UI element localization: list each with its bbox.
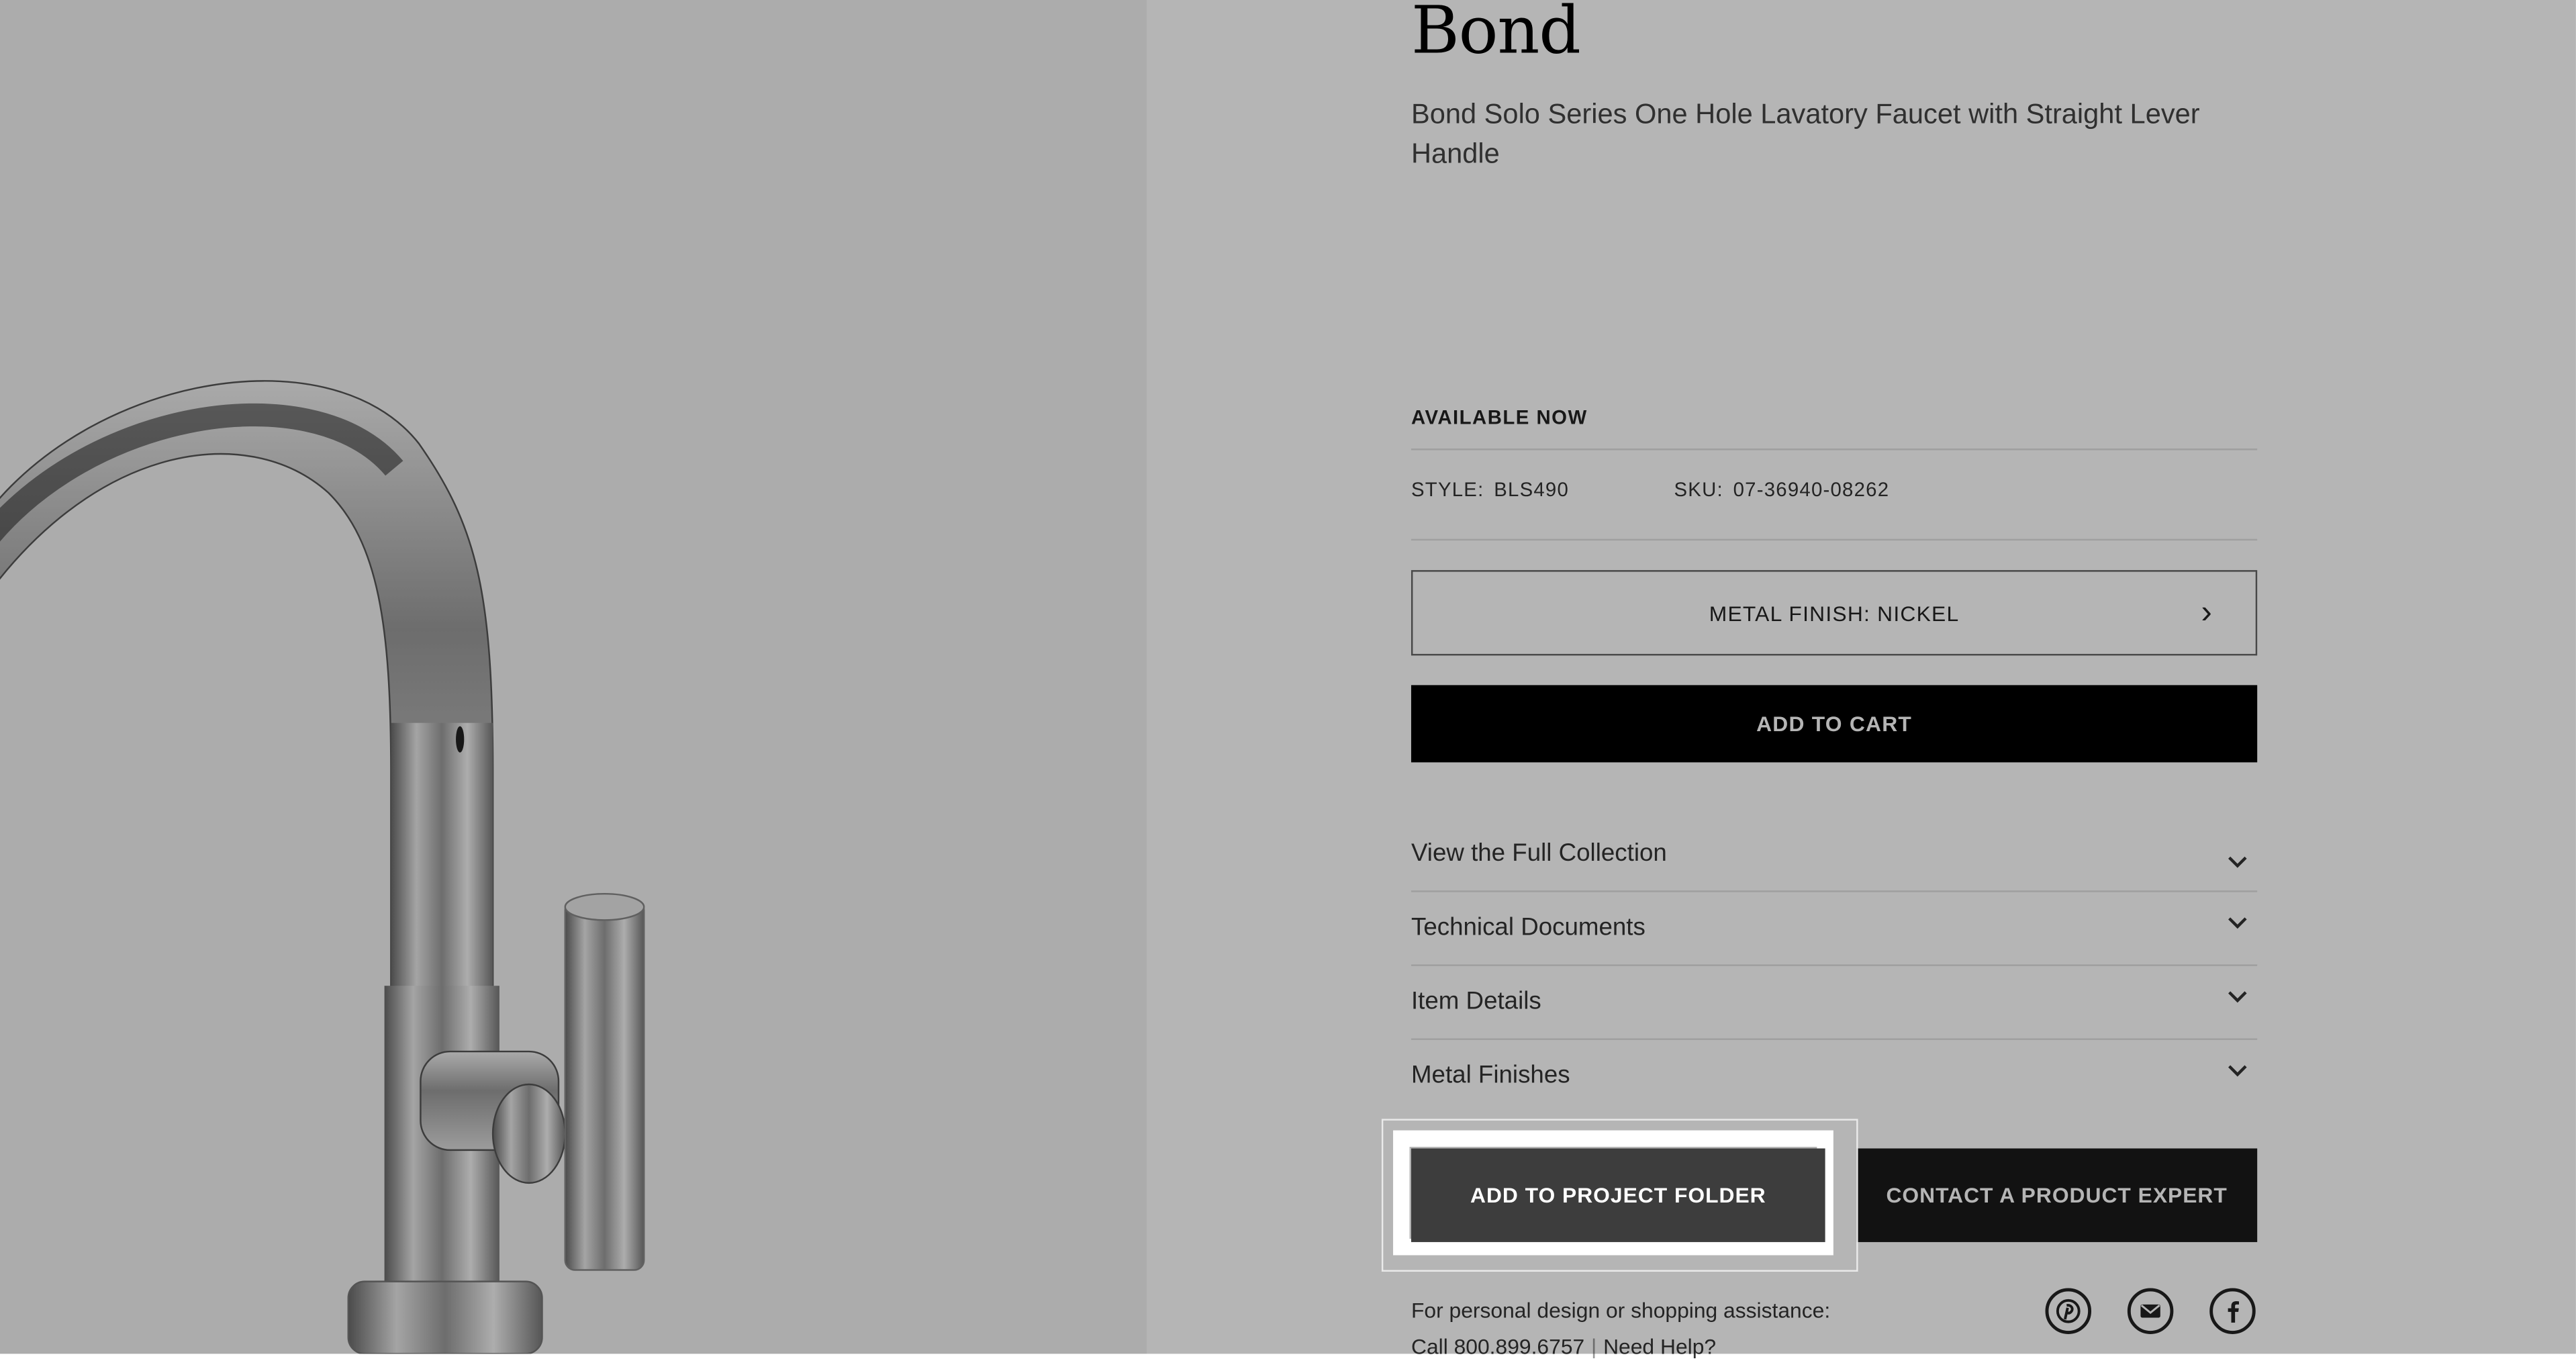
facebook-icon[interactable] (2209, 1288, 2256, 1334)
style-label: STYLE: (1411, 478, 1484, 502)
chevron-right-icon: › (2201, 594, 2213, 631)
pinterest-icon[interactable] (2045, 1288, 2092, 1334)
email-icon[interactable] (2127, 1288, 2174, 1334)
divider (1411, 538, 2258, 541)
sku-value: 07-36940-08262 (1733, 478, 1890, 502)
separator: | (1590, 1333, 1597, 1359)
accordion-label: Metal Finishes (1411, 1061, 1570, 1090)
product-image-panel (0, 0, 1147, 1354)
style-value: BLS490 (1494, 478, 1570, 502)
assistance-text: For personal design or shopping assistan… (1411, 1298, 1831, 1323)
accordion-label: Item Details (1411, 987, 1541, 1016)
chevron-down-icon (2228, 917, 2247, 929)
contact-product-expert-button[interactable]: CONTACT A PRODUCT EXPERT (1856, 1148, 2258, 1242)
chevron-down-icon (2228, 856, 2247, 868)
product-page: Bond Bond Solo Series One Hole Lavatory … (0, 0, 2576, 1359)
accordion-item-details[interactable]: Item Details (1411, 968, 2258, 1040)
sku-label: SKU: (1674, 478, 1723, 502)
product-info-panel: Bond Bond Solo Series One Hole Lavatory … (1147, 0, 2576, 1359)
accordion-metal-finishes[interactable]: Metal Finishes (1411, 1041, 2257, 1114)
chevron-down-icon (2228, 991, 2247, 1003)
phone-link[interactable]: Call 800.899.6757 (1411, 1334, 1584, 1359)
add-to-project-folder-button[interactable]: ADD TO PROJECT FOLDER (1411, 1148, 1825, 1242)
accordion-label: View the Full Collection (1411, 839, 1667, 868)
assistance-info: For personal design or shopping assistan… (1411, 1293, 1830, 1365)
chevron-down-icon (2228, 1065, 2247, 1077)
divider (1411, 449, 2258, 451)
product-meta: STYLE: BLS490 SKU: 07-36940-08262 (1411, 478, 1889, 502)
sku: SKU: 07-36940-08262 (1674, 478, 1889, 501)
availability-status: AVAILABLE NOW (1411, 406, 1588, 429)
faucet-image (0, 380, 645, 1354)
divider (1411, 964, 2258, 966)
collection-title: Bond (1411, 0, 1581, 69)
accordion-technical-documents[interactable]: Technical Documents (1411, 894, 2258, 966)
divider (1411, 1038, 2258, 1040)
accordion-label: Technical Documents (1411, 913, 1645, 942)
metal-finish-label: METAL FINISH: NICKEL (1709, 600, 1960, 626)
metal-finish-selector[interactable]: METAL FINISH: NICKEL › (1411, 570, 2258, 656)
need-help-link[interactable]: Need Help? (1603, 1334, 1716, 1359)
add-to-cart-button[interactable]: ADD TO CART (1411, 685, 2258, 763)
accordion-full-collection[interactable]: View the Full Collection (1411, 820, 2258, 892)
product-description: Bond Solo Series One Hole Lavatory Fauce… (1411, 98, 2200, 170)
divider (1411, 890, 2258, 892)
